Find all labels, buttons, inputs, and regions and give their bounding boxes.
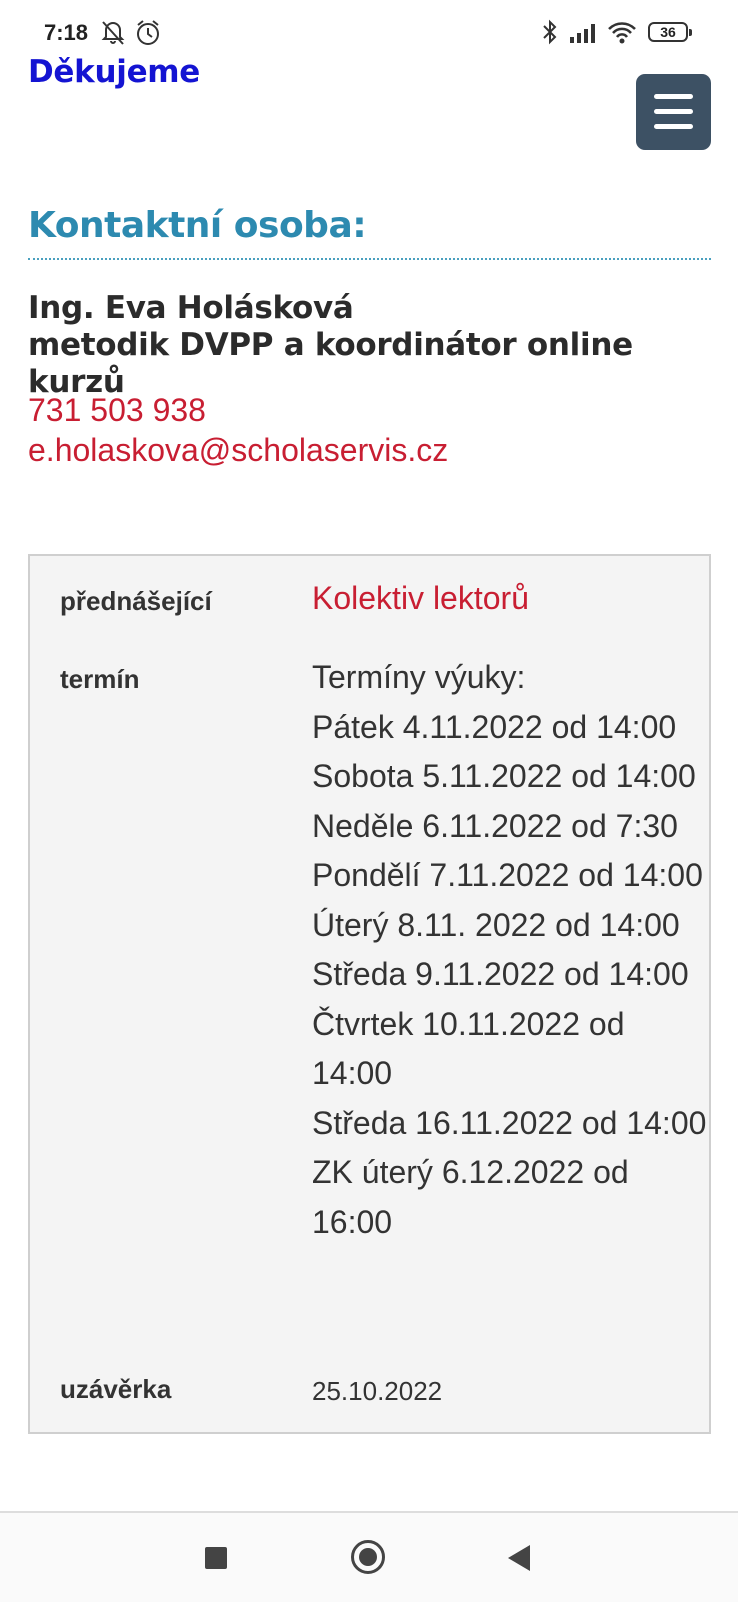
lecturer-link[interactable]: Kolektiv lektorů xyxy=(312,580,529,617)
back-icon[interactable] xyxy=(508,1545,530,1571)
term-list: Termíny výuky: Pátek 4.11.2022 od 14:00 … xyxy=(312,653,712,1247)
contact-heading: Kontaktní osoba: xyxy=(28,205,367,246)
divider xyxy=(28,258,711,260)
deadline-value: 25.10.2022 xyxy=(312,1376,443,1406)
contact-role: metodik DVPP a koordinátor online kurzů xyxy=(28,327,633,400)
battery-icon: 36 xyxy=(648,22,692,42)
term-line: ZK úterý 6.12.2022 od 16:00 xyxy=(312,1154,629,1240)
term-label: termín xyxy=(60,664,140,694)
contact-name: Ing. Eva Holásková xyxy=(28,290,354,326)
term-line: Čtvrtek 10.11.2022 od 14:00 xyxy=(312,1005,625,1092)
phone-link[interactable]: 731 503 938 xyxy=(28,392,206,429)
lecturer-label: přednášející xyxy=(60,586,212,616)
alarm-icon xyxy=(134,18,162,53)
hamburger-menu-icon[interactable] xyxy=(636,74,711,150)
system-nav-bar xyxy=(0,1511,738,1602)
term-line: Středa 9.11.2022 od 14:00 xyxy=(312,956,689,992)
home-icon[interactable] xyxy=(351,1540,385,1574)
recents-icon[interactable] xyxy=(205,1547,227,1569)
wifi-icon xyxy=(606,18,638,51)
term-line: Termíny výuky: xyxy=(312,659,526,695)
status-time: 7:18 xyxy=(44,20,89,45)
term-line: Pátek 4.11.2022 od 14:00 xyxy=(312,708,677,745)
term-line: Středa 16.11.2022 od 14:00 xyxy=(312,1104,707,1141)
course-details-box: přednášející Kolektiv lektorů termín Ter… xyxy=(28,554,711,1434)
bell-off-icon xyxy=(100,18,126,51)
term-line: Pondělí 7.11.2022 od 14:00 xyxy=(312,857,703,893)
term-line: Neděle 6.11.2022 od 7:30 xyxy=(312,807,678,844)
term-line: Sobota 5.11.2022 od 14:00 xyxy=(312,758,696,794)
signal-icon xyxy=(568,18,600,51)
deadline-label: uzávěrka xyxy=(60,1374,172,1404)
contact-person: Ing. Eva Holásková metodik DVPP a koordi… xyxy=(28,290,738,401)
term-line: Úterý 8.11. 2022 od 14:00 xyxy=(312,906,680,943)
site-brand[interactable]: Děkujeme xyxy=(28,54,200,90)
bluetooth-icon xyxy=(540,18,560,51)
email-link[interactable]: e.holaskova@scholaservis.cz xyxy=(28,432,448,469)
